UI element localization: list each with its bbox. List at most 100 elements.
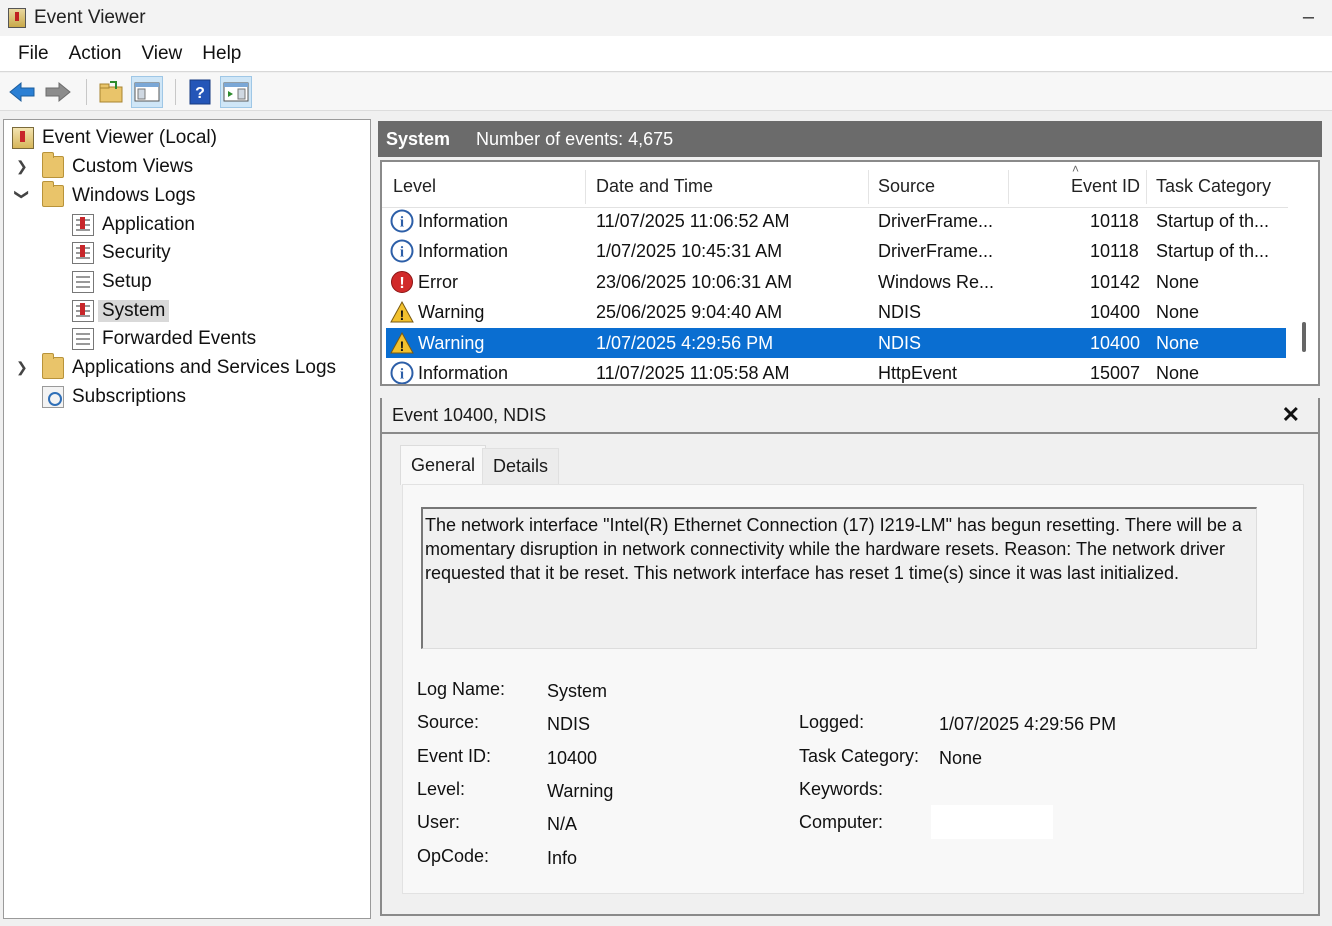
tree-item-system[interactable]: System <box>72 297 170 325</box>
tree-item-label: Subscriptions <box>72 386 187 407</box>
cell-event-id: 10400 <box>1090 302 1141 323</box>
tree-item-security[interactable]: Security <box>72 239 171 267</box>
forward-arrow-icon <box>45 81 71 102</box>
help-button[interactable]: ? <box>184 76 216 108</box>
column-header-task-category[interactable]: Task Category <box>1156 176 1271 197</box>
show-hide-console-tree-button[interactable] <box>131 75 163 108</box>
event-row[interactable]: ! Warning 1/07/2025 4:29:56 PM NDIS 10400 Non… <box>386 327 1286 358</box>
field-value-opcode: Info <box>547 848 578 868</box>
tab-general[interactable]: General <box>400 445 487 485</box>
column-header-level[interactable]: Level <box>393 176 436 197</box>
column-divider[interactable] <box>868 170 869 204</box>
back-button[interactable] <box>6 76 38 108</box>
tree-item-label: System <box>98 300 170 322</box>
column-header-source[interactable]: Source <box>878 176 935 197</box>
toolbar-separator <box>86 78 87 105</box>
chevron-down-icon[interactable]: ❯ <box>13 189 30 201</box>
information-icon: i <box>390 361 414 384</box>
close-detail-button[interactable]: ✕ <box>1282 402 1300 428</box>
column-divider[interactable] <box>1146 170 1147 204</box>
window-title: Event Viewer <box>34 7 146 28</box>
title-bar: Event Viewer – <box>0 0 1332 36</box>
sort-ascending-icon: ˄ <box>1072 162 1080 176</box>
scrollbar-thumb[interactable] <box>1302 322 1306 352</box>
tree-item-application[interactable]: Application <box>72 211 195 239</box>
back-arrow-icon <box>9 81 35 102</box>
show-hide-action-pane-button[interactable] <box>220 75 252 108</box>
field-value-event-id: 10400 <box>547 748 598 768</box>
cell-source: HttpEvent <box>878 363 958 383</box>
cell-task-category: None <box>1156 363 1200 383</box>
event-viewer-app-icon <box>8 8 26 28</box>
tree-item-subscriptions[interactable]: Subscriptions <box>42 383 186 411</box>
event-row[interactable]: i Information 11/07/2025 11:05:58 AM HttpEv… <box>386 358 1286 384</box>
minimize-button[interactable]: – <box>1303 6 1314 29</box>
column-divider[interactable] <box>1008 170 1009 204</box>
cell-level: Information <box>418 241 509 262</box>
cell-level: Information <box>418 211 509 231</box>
cell-level: Error <box>418 271 458 292</box>
tree-item-label: Applications and Services Logs <box>72 357 337 378</box>
chevron-right-icon[interactable]: ❯ <box>16 359 28 376</box>
cell-source: DriverFrame... <box>878 241 994 262</box>
svg-text:?: ? <box>195 85 205 102</box>
event-description: The network interface "Intel(R) Ethernet… <box>421 507 1257 649</box>
cell-date-time: 25/06/2025 9:04:40 AM <box>596 302 783 323</box>
field-label-logged: Logged: <box>799 712 865 732</box>
chevron-right-icon[interactable]: ❯ <box>16 158 28 175</box>
menu-bar: File Action View Help <box>0 36 1332 72</box>
open-saved-log-button[interactable] <box>95 76 127 108</box>
list-column-headers: Level Date and Time Source ˄ Event ID Ta… <box>382 162 1288 208</box>
field-label-event-id: Event ID: <box>417 746 492 766</box>
cell-date-time: 1/07/2025 10:45:31 AM <box>596 241 783 262</box>
cell-level: Warning <box>418 332 485 353</box>
cell-level: Information <box>418 363 509 383</box>
information-icon: i <box>390 239 414 263</box>
tree-item-label: Setup <box>102 271 152 292</box>
tree-item-custom-views[interactable]: Custom Views <box>42 152 194 181</box>
event-row[interactable]: ! Error 23/06/2025 10:06:31 AM Windows Re..… <box>386 267 1286 297</box>
svg-text:!: ! <box>400 307 405 323</box>
tree-item-setup[interactable]: Setup <box>72 268 152 296</box>
column-header-date-and-time[interactable]: Date and Time <box>596 176 713 197</box>
menu-file[interactable]: File <box>8 43 59 65</box>
event-viewer-icon <box>12 127 34 149</box>
log-icon <box>72 214 94 236</box>
toolbar-separator <box>175 78 176 105</box>
field-value-computer <box>931 805 1053 839</box>
field-label-log-name: Log Name: <box>417 679 506 699</box>
tree-item-label: Custom Views <box>72 156 194 177</box>
field-label-keywords: Keywords: <box>799 779 884 799</box>
detail-header: Event 10400, NDIS ✕ <box>382 398 1318 434</box>
log-icon <box>72 271 94 293</box>
cell-date-time: 23/06/2025 10:06:31 AM <box>596 271 793 292</box>
column-header-event-id[interactable]: Event ID <box>1071 176 1140 197</box>
subscriptions-icon <box>42 386 64 408</box>
field-label-source: Source: <box>417 712 480 732</box>
error-icon: ! <box>390 270 414 294</box>
menu-help[interactable]: Help <box>192 43 251 65</box>
tab-details[interactable]: Details <box>482 448 560 484</box>
event-row[interactable]: ! Warning 25/06/2025 9:04:40 AM NDIS 10400 No… <box>386 297 1286 327</box>
event-row[interactable]: i Information 11/07/2025 11:06:52 AM Driver… <box>386 206 1286 236</box>
tree-root[interactable]: Event Viewer (Local) <box>12 124 217 152</box>
column-divider[interactable] <box>585 170 586 204</box>
cell-level: Warning <box>418 302 485 323</box>
field-value-level: Warning <box>547 781 614 801</box>
tree-item-applications-and-services-logs[interactable]: Applications and Services Logs <box>42 353 337 382</box>
menu-view[interactable]: View <box>131 43 192 65</box>
tree-item-forwarded-events[interactable]: Forwarded Events <box>72 325 256 353</box>
vertical-scrollbar[interactable] <box>1290 162 1318 384</box>
warning-icon: ! <box>390 331 414 355</box>
tree-item-windows-logs[interactable]: Windows Logs <box>42 181 196 210</box>
svg-text:!: ! <box>399 275 404 292</box>
event-row[interactable]: i Information 1/07/2025 10:45:31 AM DriverF… <box>386 236 1286 266</box>
field-value-log-name: System <box>547 681 608 701</box>
menu-action[interactable]: Action <box>59 43 132 65</box>
field-value-task-category: None <box>939 748 983 768</box>
cell-date-time: 1/07/2025 4:29:56 PM <box>596 332 774 353</box>
cell-event-id: 10118 <box>1090 211 1139 231</box>
cell-event-id: 10142 <box>1090 271 1141 292</box>
forward-button[interactable] <box>42 76 74 108</box>
cell-date-time: 11/07/2025 11:05:58 AM <box>596 363 790 383</box>
